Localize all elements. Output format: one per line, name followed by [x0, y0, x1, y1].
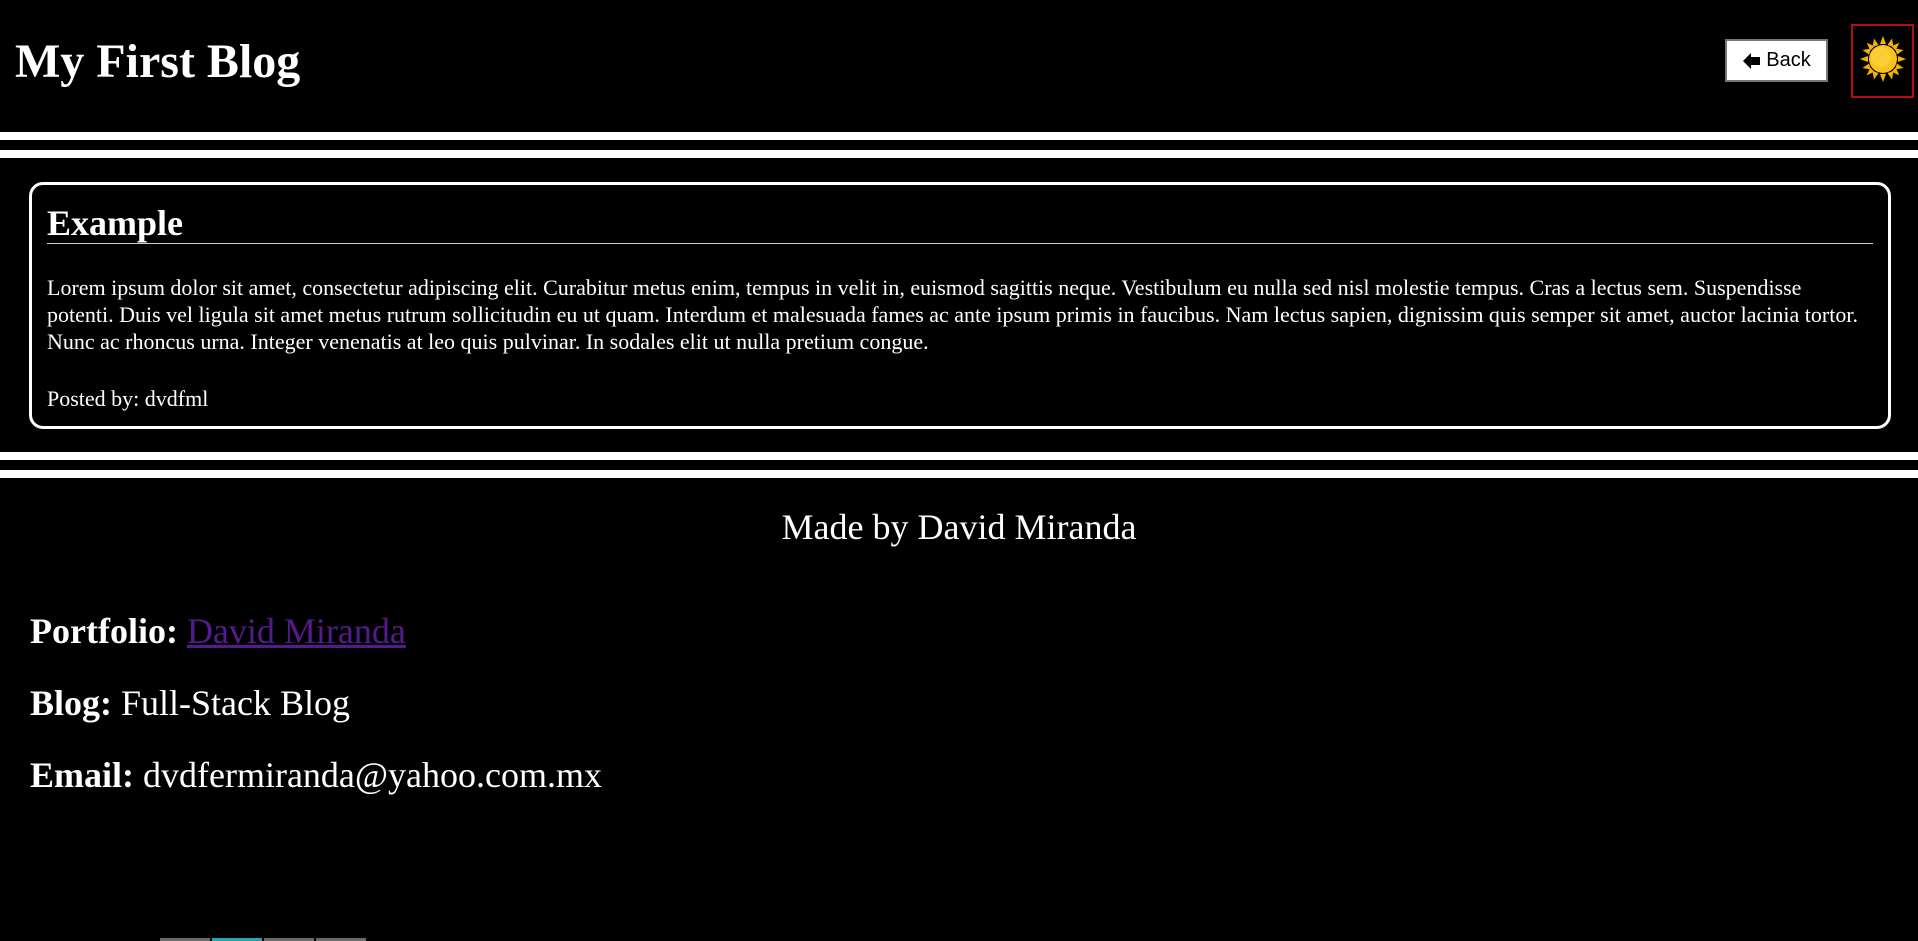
header-divider-top: [0, 132, 1918, 140]
footer-portfolio: Portfolio: David Miranda: [30, 609, 406, 653]
back-button-label: Back: [1766, 49, 1811, 71]
blog-value: Full-Stack Blog: [121, 683, 351, 723]
footer-divider-bottom: [0, 470, 1918, 478]
sun-icon: [1859, 35, 1907, 88]
post-title: Example: [47, 185, 1873, 244]
blog-label: Blog:: [30, 683, 113, 723]
post-body: Lorem ipsum dolor sit amet, consectetur …: [47, 275, 1858, 354]
header-divider-bottom: [0, 150, 1918, 158]
post-card: Example Lorem ipsum dolor sit amet, cons…: [29, 182, 1891, 429]
footer-blog: Blog: Full-Stack Blog: [30, 681, 350, 725]
email-label: Email:: [30, 755, 134, 795]
footer-credit: Made by David Miranda: [781, 507, 1137, 547]
site-header: My First Blog Back: [0, 0, 1918, 132]
post-author: Posted by: dvdfml: [47, 386, 209, 411]
portfolio-link[interactable]: David Miranda: [187, 611, 406, 651]
footer-email: Email: dvdfermiranda@yahoo.com.mx: [30, 753, 602, 797]
arrow-left-icon: [1742, 51, 1762, 71]
theme-toggle-button[interactable]: [1851, 24, 1914, 98]
portfolio-label: Portfolio:: [30, 611, 178, 651]
footer-divider-top: [0, 452, 1918, 460]
back-button[interactable]: Back: [1725, 39, 1828, 82]
site-title: My First Blog: [15, 35, 301, 88]
email-value: dvdfermiranda@yahoo.com.mx: [143, 755, 603, 795]
